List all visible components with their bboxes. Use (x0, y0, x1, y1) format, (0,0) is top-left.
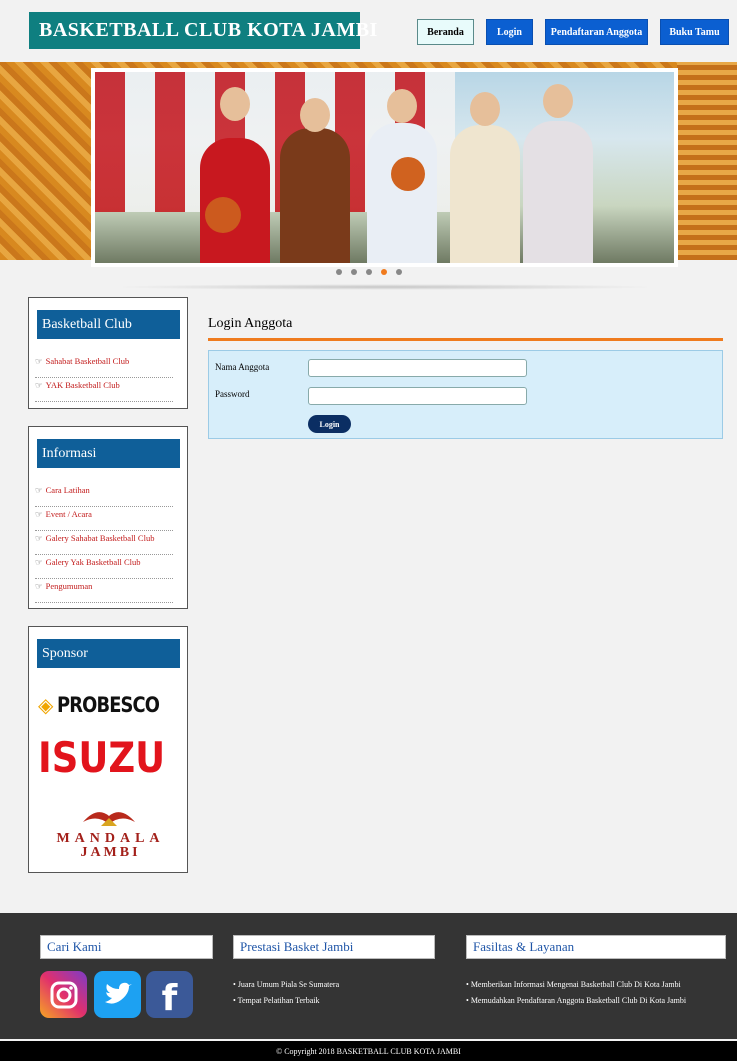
footer-fasilitas-item: Memberikan Informasi Mengenai Basketball… (470, 980, 681, 989)
sidebar-item-label: YAK Basketball Club (45, 380, 120, 390)
facebook-glyph: f (161, 977, 178, 1019)
page-title: Login Anggota (208, 316, 293, 331)
photo-person (450, 125, 520, 263)
slider-dots (0, 269, 737, 275)
photo-head (543, 84, 573, 118)
photo-person (367, 123, 437, 263)
slider-dot[interactable] (365, 269, 372, 275)
pencil-icon: ☞ (35, 509, 43, 519)
sidebar-item-pengumuman[interactable]: ☞ Pengumuman (35, 579, 173, 603)
photo-head (470, 92, 500, 126)
photo-person (280, 128, 350, 263)
login-form: Nama Anggota Password Login (208, 350, 723, 439)
basketball (205, 197, 241, 233)
sidebar-sponsor-title: Sponsor (37, 639, 180, 668)
mandala-text: MANDALA (56, 831, 165, 846)
list-item: • Tempat Pelatihan Terbaik (233, 996, 320, 1005)
pencil-icon: ☞ (35, 557, 43, 567)
footer-cari-title: Cari Kami (40, 935, 213, 959)
footer-fasilitas-title: Fasiltas & Layanan (466, 935, 726, 959)
probesco-text: PROBESCO (57, 693, 160, 717)
sidebar-item-label: Sahabat Basketball Club (45, 356, 130, 366)
copyright-bar: © Copyright 2018 BASKETBALL CLUB KOTA JA… (0, 1041, 737, 1061)
twitter-icon[interactable] (94, 971, 141, 1018)
password-label: Password (215, 389, 250, 399)
pencil-icon: ☞ (35, 533, 43, 543)
facebook-icon[interactable]: f (146, 971, 193, 1018)
basketball (391, 157, 425, 191)
mandala-city-text: JAMBI (80, 845, 141, 860)
name-input[interactable] (308, 359, 527, 377)
title-divider (208, 338, 723, 341)
nav-beranda[interactable]: Beranda (417, 19, 474, 45)
sidebar-item-cara-latihan[interactable]: ☞ Cara Latihan (35, 483, 173, 507)
sidebar-item-sahabat[interactable]: ☞ Sahabat Basketball Club (35, 354, 173, 378)
site-footer: Cari Kami f Prestasi Basket Jambi • Juar… (0, 913, 737, 1039)
nav-login[interactable]: Login (486, 19, 533, 45)
sidebar-sponsor-box: Sponsor ◈ PROBESCO ISUZU MANDALA JAMBI (28, 626, 188, 873)
nav-buku-tamu[interactable]: Buku Tamu (660, 19, 729, 45)
footer-prestasi-item: Juara Umum Piala Se Sumatera (237, 980, 340, 989)
photo-head (387, 89, 417, 123)
list-item: • Juara Umum Piala Se Sumatera (233, 980, 340, 989)
sidebar-item-label: Galery Sahabat Basketball Club (45, 533, 155, 543)
list-item: • Memudahkan Pendaftaran Anggota Basketb… (466, 996, 687, 1005)
probesco-logo[interactable]: ◈ PROBESCO (38, 690, 183, 720)
photo-head (220, 87, 250, 121)
banner-shadow (110, 284, 660, 290)
pencil-icon: ☞ (35, 485, 43, 495)
site-brand[interactable]: BASKETBALL CLUB KOTA JAMBI (29, 12, 377, 49)
photo-head (300, 98, 330, 132)
sidebar-item-galery-yak[interactable]: ☞ Galery Yak Basketball Club (35, 555, 173, 579)
sidebar-item-yak[interactable]: ☞ YAK Basketball Club (35, 378, 173, 402)
probesco-symbol-icon: ◈ (38, 693, 54, 717)
footer-prestasi-list: • Juara Umum Piala Se Sumatera • Tempat … (233, 977, 339, 1009)
sidebar-item-label: Cara Latihan (45, 485, 90, 495)
password-input[interactable] (308, 387, 527, 405)
instagram-icon[interactable] (40, 971, 87, 1018)
isuzu-logo[interactable]: ISUZU (38, 737, 165, 779)
sidebar-info-box: Informasi ☞ Cara Latihan ☞ Event / Acara ☞… (28, 426, 188, 609)
sidebar-club-list: ☞ Sahabat Basketball Club ☞ YAK Basketball… (35, 354, 173, 402)
slider-dot[interactable] (395, 269, 402, 275)
nav-pendaftaran[interactable]: Pendaftaran Anggota (545, 19, 648, 45)
sidebar-info-list: ☞ Cara Latihan ☞ Event / Acara ☞ Galery Sah… (35, 483, 173, 603)
slider-dot[interactable] (350, 269, 357, 275)
banner-slide[interactable] (91, 68, 678, 267)
sidebar-club-title: Basketball Club (37, 310, 180, 339)
footer-fasilitas-item: Memudahkan Pendaftaran Anggota Basketbal… (470, 996, 687, 1005)
team-photo (95, 72, 674, 263)
banner-pattern-right (677, 62, 737, 260)
login-button[interactable]: Login (308, 415, 351, 433)
sidebar-item-label: Pengumuman (45, 581, 93, 591)
sidebar-item-label: Galery Yak Basketball Club (45, 557, 141, 567)
footer-prestasi-item: Tempat Pelatihan Terbaik (237, 996, 320, 1005)
pencil-icon: ☞ (35, 380, 43, 390)
mandala-logo[interactable]: MANDALA JAMBI (43, 832, 178, 860)
sidebar-club-box: Basketball Club ☞ Sahabat Basketball Club… (28, 297, 188, 409)
pencil-icon: ☞ (35, 581, 43, 591)
sidebar-item-galery-sahabat[interactable]: ☞ Galery Sahabat Basketball Club (35, 531, 173, 555)
slider-dot[interactable] (335, 269, 342, 275)
footer-prestasi-title: Prestasi Basket Jambi (233, 935, 435, 959)
sidebar-item-event[interactable]: ☞ Event / Acara (35, 507, 173, 531)
list-item: • Memberikan Informasi Mengenai Basketba… (466, 980, 681, 989)
site-header: BASKETBALL CLUB KOTA JAMBI Beranda Login… (0, 0, 737, 62)
sidebar-info-title: Informasi (37, 439, 180, 468)
footer-fasilitas-list: • Memberikan Informasi Mengenai Basketba… (466, 977, 686, 1009)
slider-dot-active[interactable] (380, 269, 387, 275)
pencil-icon: ☞ (35, 356, 43, 366)
photo-person (523, 121, 593, 263)
sidebar-item-label: Event / Acara (45, 509, 92, 519)
mandala-bird-icon (83, 812, 135, 826)
name-label: Nama Anggota (215, 362, 270, 372)
